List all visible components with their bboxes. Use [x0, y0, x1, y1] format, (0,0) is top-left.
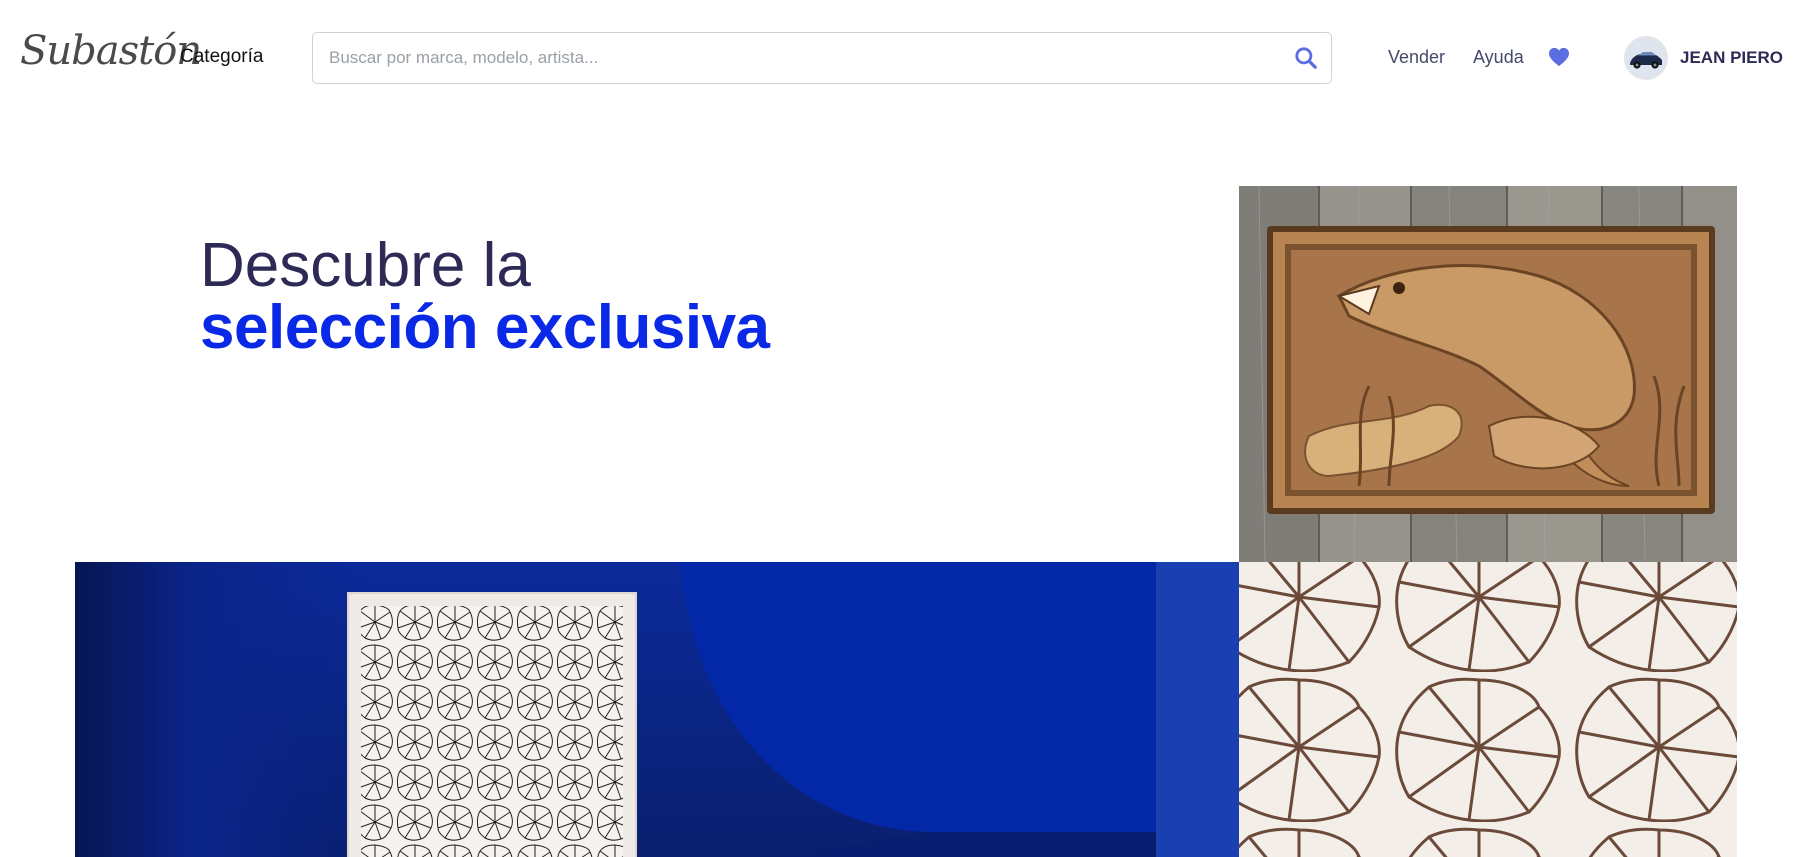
search-bar — [312, 32, 1332, 84]
user-name[interactable]: JEAN PIERO — [1680, 48, 1783, 68]
brand-logo[interactable]: Subastón — [20, 28, 202, 74]
category-menu-button[interactable]: Categoría — [180, 46, 263, 68]
avatar[interactable] — [1624, 36, 1668, 80]
pattern-closeup-artwork — [1239, 562, 1737, 857]
flower-pattern-closeup-image[interactable] — [1239, 562, 1737, 857]
heart-icon[interactable] — [1548, 47, 1570, 67]
nav-sell-link[interactable]: Vender — [1388, 47, 1445, 68]
nav-help-link[interactable]: Ayuda — [1473, 47, 1524, 68]
car-avatar-icon — [1626, 38, 1666, 78]
search-icon[interactable] — [1293, 45, 1319, 71]
hero-title: Descubre la selección exclusiva — [200, 235, 770, 359]
carving-artwork — [1239, 186, 1737, 562]
hero-title-line2-highlight: selección exclusiva — [200, 293, 770, 362]
carved-wood-fish-image[interactable] — [1239, 186, 1737, 562]
top-header: Subastón Categoría Vender Ayuda JEAN PIE… — [0, 0, 1820, 118]
search-input[interactable] — [329, 33, 1269, 83]
hero-title-line1: Descubre la — [200, 231, 531, 300]
artwork-on-blue-image[interactable] — [75, 562, 1239, 857]
blue-artwork-scene — [75, 562, 1239, 857]
